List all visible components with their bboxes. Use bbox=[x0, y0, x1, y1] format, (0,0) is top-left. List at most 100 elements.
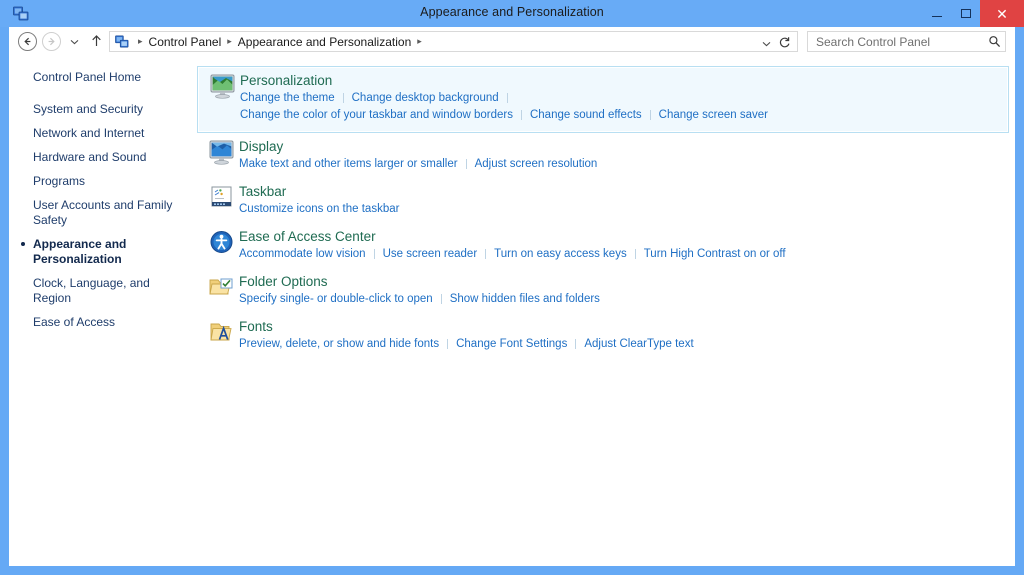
link-separator bbox=[343, 93, 344, 103]
refresh-button[interactable] bbox=[778, 36, 791, 52]
category-links: Accommodate low vision Use screen reader T… bbox=[239, 246, 1015, 263]
minimize-button[interactable] bbox=[922, 0, 951, 27]
close-icon: ✕ bbox=[996, 7, 1008, 21]
link-separator bbox=[635, 249, 636, 259]
link-change-screen-saver[interactable]: Change screen saver bbox=[659, 109, 768, 121]
link-turn-high-contrast-on-or-off[interactable]: Turn High Contrast on or off bbox=[644, 248, 786, 260]
link-turn-on-easy-access-keys[interactable]: Turn on easy access keys bbox=[494, 248, 627, 260]
sidebar-item-network-and-internet[interactable]: Network and Internet bbox=[9, 126, 189, 141]
up-arrow-icon bbox=[91, 35, 102, 47]
breadcrumb-item-appearance[interactable]: Appearance and Personalization bbox=[238, 35, 411, 49]
search-icon[interactable] bbox=[983, 35, 1005, 48]
link-accommodate-low-vision[interactable]: Accommodate low vision bbox=[239, 248, 366, 260]
category-list: Personalization Change the theme Change d… bbox=[189, 56, 1015, 566]
category-title-display[interactable]: Display bbox=[239, 138, 283, 155]
content-area: Control Panel Home System and Security N… bbox=[9, 56, 1015, 566]
breadcrumb[interactable]: ▸ Control Panel ▸ Appearance and Persona… bbox=[109, 31, 798, 52]
category-title-personalization[interactable]: Personalization bbox=[240, 72, 332, 89]
link-change-the-theme[interactable]: Change the theme bbox=[240, 92, 335, 104]
sidebar-item-appearance-and-personalization[interactable]: Appearance and Personalization bbox=[9, 237, 189, 267]
link-row: Specify single- or double-click to open S… bbox=[239, 291, 1015, 308]
link-separator bbox=[485, 249, 486, 259]
recent-locations-button[interactable] bbox=[68, 36, 80, 48]
search-box[interactable] bbox=[807, 31, 1006, 52]
link-row: Customize icons on the taskbar bbox=[239, 201, 1015, 218]
breadcrumb-separator: ▸ bbox=[227, 36, 232, 47]
link-use-screen-reader[interactable]: Use screen reader bbox=[383, 248, 478, 260]
link-make-text-and-other-items-larger-or-smaller[interactable]: Make text and other items larger or smal… bbox=[239, 158, 458, 170]
breadcrumb-dropdown-button[interactable] bbox=[762, 39, 771, 49]
link-specify-single-or-double-click-to-open[interactable]: Specify single- or double-click to open bbox=[239, 293, 433, 305]
link-adjust-screen-resolution[interactable]: Adjust screen resolution bbox=[475, 158, 598, 170]
link-separator bbox=[466, 159, 467, 169]
sidebar-item-programs[interactable]: Programs bbox=[9, 174, 189, 189]
sidebar: Control Panel Home System and Security N… bbox=[9, 56, 189, 566]
link-preview-delete-or-show-and-hide-fonts[interactable]: Preview, delete, or show and hide fonts bbox=[239, 338, 439, 350]
link-change-font-settings[interactable]: Change Font Settings bbox=[456, 338, 567, 350]
link-separator bbox=[447, 339, 448, 349]
sidebar-item-system-and-security[interactable]: System and Security bbox=[9, 102, 189, 117]
fonts-icon bbox=[197, 318, 239, 353]
link-row: Make text and other items larger or smal… bbox=[239, 156, 1015, 173]
category-body: Ease of Access Center Accommodate low vi… bbox=[239, 228, 1015, 263]
category-links: Preview, delete, or show and hide fonts C… bbox=[239, 336, 1015, 353]
sidebar-item-user-accounts-and-family-safety[interactable]: User Accounts and Family Safety bbox=[9, 198, 189, 228]
sidebar-item-clock-language-and-region[interactable]: Clock, Language, and Region bbox=[9, 276, 189, 306]
link-separator bbox=[507, 93, 508, 103]
breadcrumb-separator-end[interactable]: ▸ bbox=[417, 36, 422, 47]
category-title-taskbar[interactable]: Taskbar bbox=[239, 183, 286, 200]
ease-of-access-icon bbox=[197, 228, 239, 263]
link-show-hidden-files-and-folders[interactable]: Show hidden files and folders bbox=[450, 293, 600, 305]
maximize-icon bbox=[961, 9, 971, 18]
category-display[interactable]: Display Make text and other items larger… bbox=[197, 133, 1015, 178]
category-title-fonts[interactable]: Fonts bbox=[239, 318, 273, 335]
link-row: Preview, delete, or show and hide fonts C… bbox=[239, 336, 1015, 353]
up-button[interactable] bbox=[89, 33, 103, 49]
category-title-folder-options[interactable]: Folder Options bbox=[239, 273, 328, 290]
category-links: Customize icons on the taskbar bbox=[239, 201, 1015, 218]
category-ease-of-access-center[interactable]: Ease of Access Center Accommodate low vi… bbox=[197, 223, 1015, 268]
sidebar-item-ease-of-access[interactable]: Ease of Access bbox=[9, 315, 189, 330]
forward-button[interactable] bbox=[42, 32, 61, 51]
control-panel-window: Appearance and Personalization ✕ bbox=[0, 0, 1024, 575]
category-personalization[interactable]: Personalization Change the theme Change d… bbox=[197, 66, 1009, 133]
back-button[interactable] bbox=[18, 32, 37, 51]
link-separator bbox=[575, 339, 576, 349]
category-folder-options[interactable]: Folder Options Specify single- or double… bbox=[197, 268, 1015, 313]
category-body: Personalization Change the theme Change d… bbox=[240, 72, 1008, 124]
link-separator bbox=[374, 249, 375, 259]
address-bar: ▸ Control Panel ▸ Appearance and Persona… bbox=[9, 27, 1015, 56]
category-taskbar[interactable]: Taskbar Customize icons on the taskbar bbox=[197, 178, 1015, 223]
sidebar-item-label: Appearance and Personalization bbox=[33, 237, 126, 266]
link-separator bbox=[650, 110, 651, 120]
category-title-ease-of-access-center[interactable]: Ease of Access Center bbox=[239, 228, 376, 245]
link-change-the-color-of-your-taskbar-and-window-borders[interactable]: Change the color of your taskbar and win… bbox=[240, 109, 513, 121]
close-button[interactable]: ✕ bbox=[980, 0, 1024, 27]
category-fonts[interactable]: Fonts Preview, delete, or show and hide … bbox=[197, 313, 1015, 358]
link-row: Change the theme Change desktop backgroun… bbox=[240, 90, 1008, 107]
category-body: Taskbar Customize icons on the taskbar bbox=[239, 183, 1015, 218]
link-separator bbox=[441, 294, 442, 304]
link-change-desktop-background[interactable]: Change desktop background bbox=[352, 92, 499, 104]
breadcrumb-control-panel-icon bbox=[115, 35, 129, 48]
category-links: Specify single- or double-click to open S… bbox=[239, 291, 1015, 308]
chevron-down-icon bbox=[762, 41, 771, 47]
chevron-down-icon bbox=[70, 39, 79, 45]
category-body: Folder Options Specify single- or double… bbox=[239, 273, 1015, 308]
breadcrumb-item-control-panel[interactable]: Control Panel bbox=[149, 35, 222, 49]
maximize-button[interactable] bbox=[951, 0, 980, 27]
sidebar-item-control-panel-home[interactable]: Control Panel Home bbox=[9, 70, 189, 85]
monitor-personalization-icon bbox=[198, 72, 240, 124]
window-controls: ✕ bbox=[922, 0, 1024, 27]
monitor-display-icon bbox=[197, 138, 239, 173]
category-body: Display Make text and other items larger… bbox=[239, 138, 1015, 173]
back-arrow-icon bbox=[23, 37, 32, 46]
link-customize-icons-on-the-taskbar[interactable]: Customize icons on the taskbar bbox=[239, 203, 399, 215]
category-links: Make text and other items larger or smal… bbox=[239, 156, 1015, 173]
link-change-sound-effects[interactable]: Change sound effects bbox=[530, 109, 642, 121]
link-row: Accommodate low vision Use screen reader T… bbox=[239, 246, 1015, 263]
sidebar-item-hardware-and-sound[interactable]: Hardware and Sound bbox=[9, 150, 189, 165]
link-adjust-cleartype-text[interactable]: Adjust ClearType text bbox=[584, 338, 693, 350]
taskbar-icon bbox=[197, 183, 239, 218]
search-input[interactable] bbox=[808, 35, 983, 49]
